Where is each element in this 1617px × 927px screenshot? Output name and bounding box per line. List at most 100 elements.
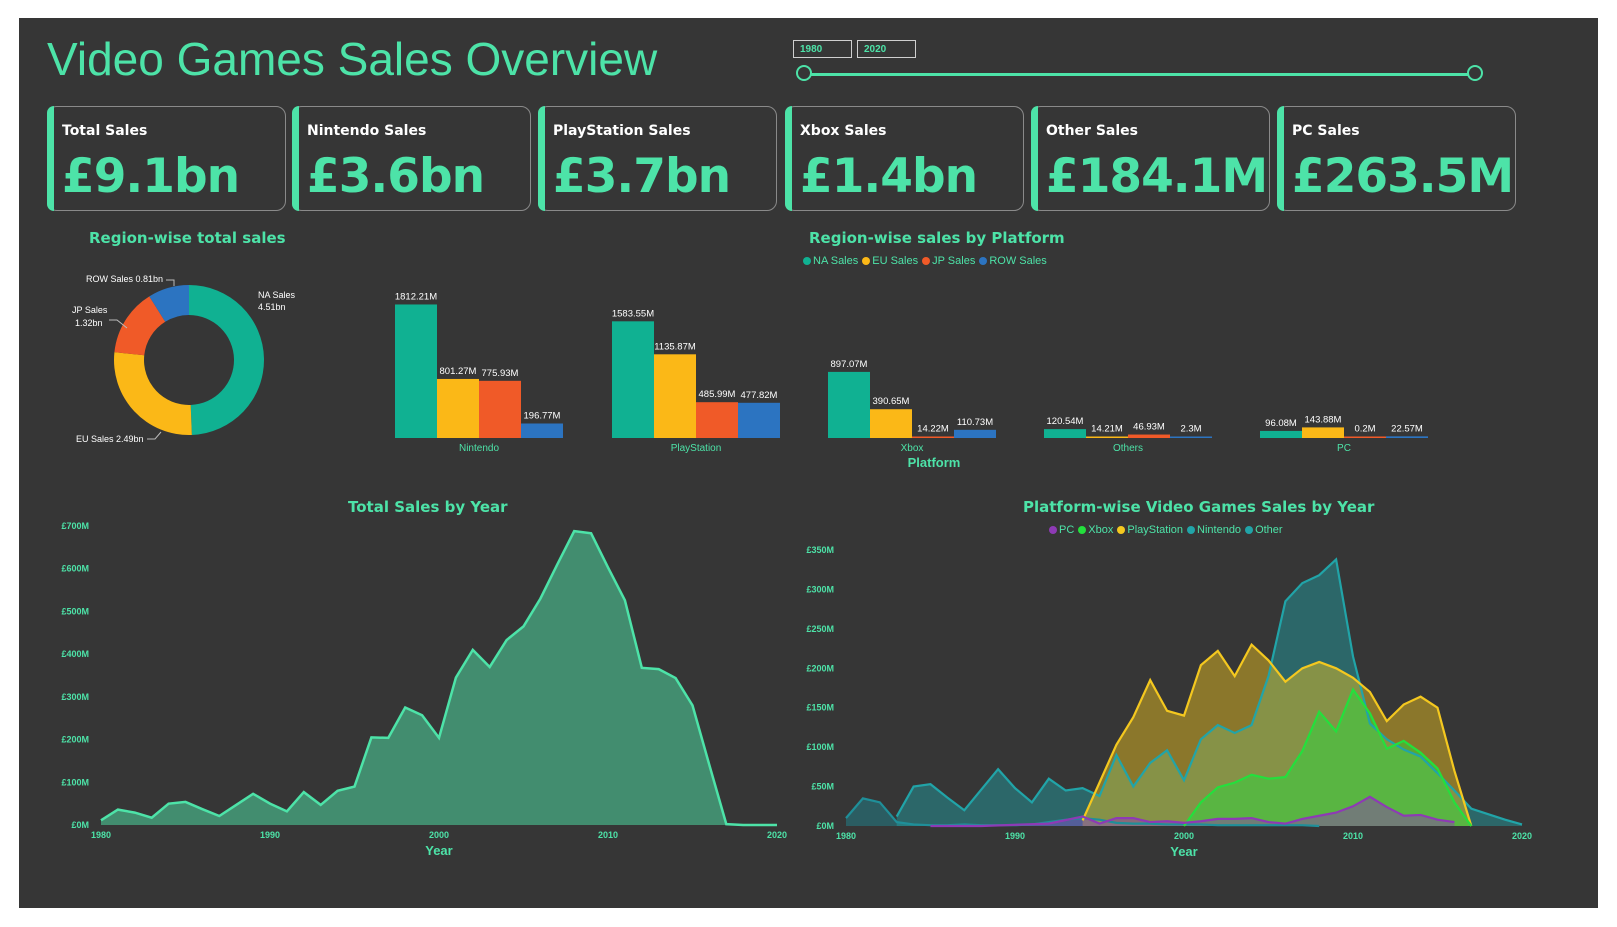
kpi-card-other: Other Sales £184.1M <box>1031 106 1270 211</box>
bar-data-label: 14.22M <box>917 424 949 435</box>
bar-data-label: 110.73M <box>957 417 993 428</box>
bar-data-label: 775.93M <box>482 368 519 379</box>
y-tick-label: £200M <box>61 735 89 745</box>
y-tick-label: £50M <box>811 782 834 792</box>
bar-nintendo-2 <box>479 380 521 438</box>
bar-playstation-3 <box>738 402 780 438</box>
donut-label-na: NA Sales <box>258 290 296 300</box>
kpi-card-pc: PC Sales £263.5M <box>1277 106 1516 211</box>
kpi-accent-bar <box>47 106 54 211</box>
bar-chart-title: Region-wise sales by Platform <box>809 229 1065 247</box>
kpi-card-nintendo: Nintendo Sales £3.6bn <box>292 106 531 211</box>
legend-label: JP Sales <box>932 255 976 267</box>
end-date-input[interactable]: 2020 <box>857 40 916 58</box>
donut-chart: NA Sales 4.51bn JP Sales 1.32bn ROW Sales 0.… <box>72 274 296 444</box>
bar-nintendo-3 <box>521 423 563 438</box>
x-tick-label: 2000 <box>1174 831 1194 841</box>
bar-data-label: 196.77M <box>524 411 561 422</box>
kpi-label: Total Sales <box>62 123 148 139</box>
legend-item-jp[interactable]: JP Sales <box>922 255 975 267</box>
bar-category-label: PlayStation <box>671 443 722 454</box>
kpi-label: Other Sales <box>1046 123 1138 139</box>
region-platform-bar-chart: 1812.21M 801.27M 775.93M 196.77M Nintendo 158… <box>395 291 1428 470</box>
bar-xbox-3 <box>954 429 996 438</box>
total-sales-by-year-chart: £0M £100M £200M £300M £400M £500M £600M £700M 19… <box>61 521 787 858</box>
bar-pc-3 <box>1386 436 1428 438</box>
y-tick-label: £500M <box>61 606 89 616</box>
kpi-value: £3.7bn <box>553 149 731 204</box>
bar-pc-0 <box>1260 430 1302 438</box>
bar-pc-1 <box>1302 427 1344 438</box>
bar-data-label: 1583.55M <box>612 308 654 319</box>
year-range-slider[interactable] <box>807 73 1479 76</box>
start-date-input[interactable]: 1980 <box>793 40 852 58</box>
bar-others-2 <box>1128 434 1170 438</box>
bar-playstation-1 <box>654 354 696 438</box>
donut-label-eu: EU Sales 2.49bn <box>76 434 144 444</box>
slider-end-handle[interactable] <box>1467 65 1483 81</box>
donut-slice-na-sales <box>189 285 265 435</box>
legend-item-other[interactable]: Other <box>1245 524 1283 536</box>
kpi-value: £9.1bn <box>62 149 240 204</box>
bar-data-label: 1135.87M <box>654 341 696 352</box>
legend-item-playstation[interactable]: PlayStation <box>1117 524 1183 536</box>
legend-item-xbox[interactable]: Xbox <box>1078 524 1113 536</box>
legend-item-eu[interactable]: EU Sales <box>862 255 918 267</box>
x-tick-label: 2020 <box>1512 831 1532 841</box>
kpi-accent-bar <box>292 106 299 211</box>
bar-chart-legend: NA Sales EU Sales JP Sales ROW Sales <box>803 255 1047 267</box>
legend-label: Nintendo <box>1197 524 1242 536</box>
x-tick-label: 1990 <box>260 830 280 840</box>
bar-playstation-2 <box>696 402 738 438</box>
bar-data-label: 0.2M <box>1354 424 1375 435</box>
legend-item-row[interactable]: ROW Sales <box>979 255 1047 267</box>
kpi-label: Xbox Sales <box>800 123 887 139</box>
donut-label-jp: JP Sales <box>72 305 108 315</box>
legend-item-na[interactable]: NA Sales <box>803 255 858 267</box>
legend-dot <box>1049 526 1057 534</box>
donut-label-row: ROW Sales 0.81bn <box>86 274 163 284</box>
y-tick-label: £100M <box>806 742 834 752</box>
bar-category-label: Xbox <box>901 443 924 454</box>
x-axis-title: Year <box>1170 844 1197 859</box>
legend-dot <box>1117 526 1126 534</box>
bar-data-label: 801.27M <box>440 366 477 377</box>
bar-others-1 <box>1086 436 1128 438</box>
platform-sales-by-year-chart: £0M £50M £100M £150M £200M £250M £300M £350M 198… <box>806 545 1532 859</box>
y-tick-label: £350M <box>806 545 834 555</box>
bar-pc-2 <box>1344 436 1386 438</box>
bar-others-3 <box>1170 436 1212 438</box>
legend-label: ROW Sales <box>989 255 1047 267</box>
legend-dot <box>1245 526 1254 534</box>
legend-item-pc[interactable]: PC <box>1049 524 1074 536</box>
y-tick-label: £150M <box>806 703 834 713</box>
legend-item-nintendo[interactable]: Nintendo <box>1187 524 1241 536</box>
bar-data-label: 22.57M <box>1391 423 1423 434</box>
legend-label: PC <box>1059 524 1075 536</box>
bar-data-label: 120.54M <box>1047 416 1084 427</box>
x-tick-label: 1990 <box>1005 831 1025 841</box>
y-tick-label: £300M <box>61 692 89 702</box>
bar-data-label: 390.65M <box>873 396 910 407</box>
kpi-label: Nintendo Sales <box>307 123 427 139</box>
bar-nintendo-1 <box>437 378 479 438</box>
donut-value-na: 4.51bn <box>258 302 286 312</box>
kpi-label: PlayStation Sales <box>553 123 691 139</box>
y-tick-label: £700M <box>61 521 89 531</box>
x-tick-label: 2010 <box>598 830 618 840</box>
bar-xbox-1 <box>870 409 912 438</box>
legend-label: NA Sales <box>813 255 859 267</box>
kpi-value: £263.5M <box>1292 149 1514 204</box>
bar-data-label: 96.08M <box>1265 418 1297 429</box>
bar-data-label: 46.93M <box>1133 422 1165 433</box>
kpi-card-total: Total Sales £9.1bn <box>47 106 286 211</box>
bar-playstation-0 <box>612 321 654 438</box>
y-tick-label: £250M <box>806 624 834 634</box>
donut-chart-title: Region-wise total sales <box>89 229 286 247</box>
platform-year-legend: PC Xbox PlayStation Nintendo Other <box>1049 524 1283 536</box>
kpi-value: £184.1M <box>1046 149 1268 204</box>
kpi-card-playstation: PlayStation Sales £3.7bn <box>538 106 777 211</box>
kpi-accent-bar <box>538 106 545 211</box>
slider-start-handle[interactable] <box>796 65 812 81</box>
bar-xbox-0 <box>828 371 870 438</box>
